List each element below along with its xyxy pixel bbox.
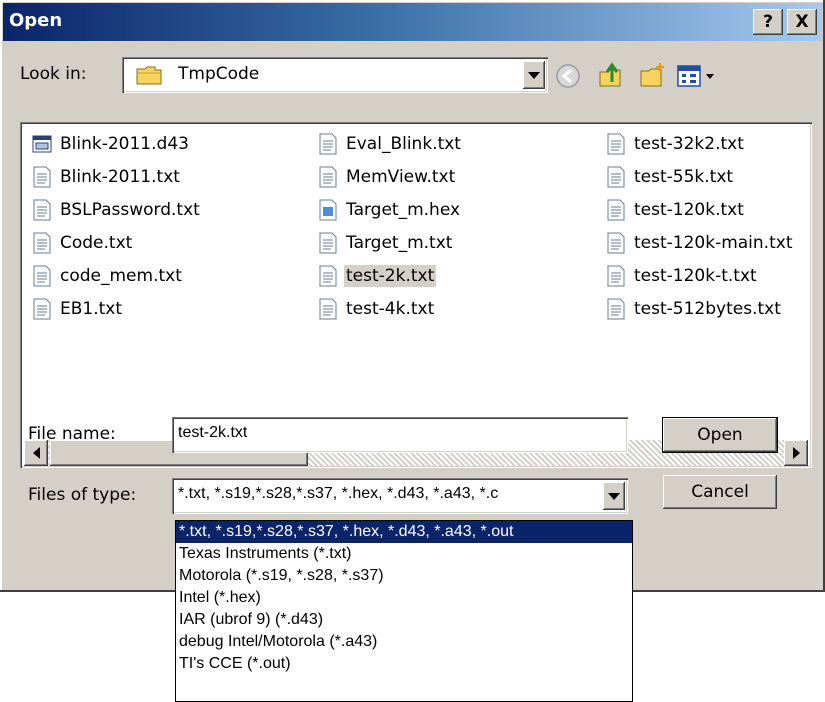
- folder-icon: [136, 66, 162, 85]
- open-dialog: Open ? X Look in: TmpCode Blink-2011.d43…: [0, 0, 825, 592]
- view-menu-icon: [677, 65, 714, 87]
- up-folder-icon[interactable]: [596, 60, 626, 90]
- file-item[interactable]: MemView.txt: [318, 163, 457, 191]
- text-file-icon: [606, 232, 626, 254]
- new-folder-icon[interactable]: [638, 60, 668, 90]
- file-name: EB1.txt: [60, 299, 123, 319]
- text-file-icon: [32, 199, 52, 221]
- text-file-icon: [318, 298, 338, 320]
- file-type-option[interactable]: *.txt, *.s19,*.s28,*.s37, *.hex, *.d43, …: [176, 521, 632, 543]
- arrow-right-icon: [792, 447, 800, 459]
- file-item[interactable]: test-4k.txt: [318, 295, 436, 323]
- file-item[interactable]: test-2k.txt: [318, 262, 437, 290]
- file-name: Blink-2011.txt: [60, 167, 180, 187]
- text-file-icon: [606, 133, 626, 155]
- file-name: Code.txt: [60, 233, 133, 253]
- scroll-right-button[interactable]: [784, 440, 808, 466]
- look-in-combo[interactable]: TmpCode: [122, 57, 548, 93]
- file-item[interactable]: test-120k.txt: [606, 196, 746, 224]
- open-button[interactable]: Open: [662, 417, 778, 453]
- text-file-icon: [606, 199, 626, 221]
- cancel-button[interactable]: Cancel: [663, 475, 777, 509]
- files-of-type-dropdown-list: *.txt, *.s19,*.s28,*.s37, *.hex, *.d43, …: [175, 520, 633, 702]
- binary-file-icon: [32, 133, 52, 155]
- file-item[interactable]: Target_m.hex: [318, 196, 462, 224]
- text-file-icon: [318, 133, 338, 155]
- file-type-option[interactable]: TI's CCE (*.out): [176, 653, 632, 675]
- file-name: Target_m.hex: [346, 200, 461, 220]
- file-name: test-120k-t.txt: [634, 266, 757, 286]
- file-type-option[interactable]: Intel (*.hex): [176, 587, 632, 609]
- file-item[interactable]: Eval_Blink.txt: [318, 130, 463, 158]
- file-name: test-120k-main.txt: [634, 233, 793, 253]
- file-item[interactable]: Blink-2011.txt: [32, 163, 182, 191]
- back-icon[interactable]: [554, 62, 582, 90]
- chevron-down-icon: [608, 492, 620, 500]
- text-file-icon: [318, 166, 338, 188]
- file-name: test-120k.txt: [634, 200, 744, 220]
- file-name: test-512bytes.txt: [634, 299, 781, 319]
- file-name: Eval_Blink.txt: [346, 134, 461, 154]
- file-name: test-55k.txt: [634, 167, 734, 187]
- file-name-label: File name:: [28, 424, 116, 444]
- help-button[interactable]: ?: [753, 9, 783, 35]
- file-name-value: test-2k.txt: [178, 424, 248, 441]
- chevron-down-icon: [528, 71, 540, 79]
- file-name: test-4k.txt: [346, 299, 435, 319]
- window-title: Open: [9, 10, 63, 31]
- file-name: code_mem.txt: [60, 266, 182, 286]
- title-bar[interactable]: Open ? X: [3, 3, 822, 41]
- file-item[interactable]: code_mem.txt: [32, 262, 184, 290]
- file-item[interactable]: test-55k.txt: [606, 163, 735, 191]
- text-file-icon: [318, 232, 338, 254]
- look-in-label: Look in:: [20, 64, 87, 84]
- view-menu-button[interactable]: [676, 63, 720, 89]
- look-in-value: TmpCode: [178, 64, 260, 84]
- file-type-option[interactable]: Motorola (*.s19, *.s28, *.s37): [176, 565, 632, 587]
- file-type-option[interactable]: IAR (ubrof 9) (*.d43): [176, 609, 632, 631]
- file-item[interactable]: EB1.txt: [32, 295, 124, 323]
- text-file-icon: [32, 232, 52, 254]
- file-item[interactable]: test-32k2.txt: [606, 130, 746, 158]
- look-in-dropdown-arrow[interactable]: [523, 61, 545, 89]
- file-type-option[interactable]: Texas Instruments (*.txt): [176, 543, 632, 565]
- file-name: Blink-2011.d43: [60, 134, 189, 154]
- file-item[interactable]: Code.txt: [32, 229, 134, 257]
- file-item[interactable]: test-120k-t.txt: [606, 262, 759, 290]
- file-item[interactable]: Target_m.txt: [318, 229, 454, 257]
- file-name-input[interactable]: test-2k.txt: [172, 417, 628, 453]
- files-of-type-value: *.txt, *.s19,*.s28,*.s37, *.hex, *.d43, …: [178, 485, 499, 502]
- file-item[interactable]: test-120k-main.txt: [606, 229, 794, 257]
- file-type-option[interactable]: debug Intel/Motorola (*.a43): [176, 631, 632, 653]
- text-file-icon: [32, 265, 52, 287]
- files-of-type-select[interactable]: *.txt, *.s19,*.s28,*.s37, *.hex, *.d43, …: [172, 478, 628, 514]
- hex-file-icon: [318, 199, 338, 221]
- text-file-icon: [318, 265, 338, 287]
- text-file-icon: [606, 265, 626, 287]
- file-name: BSLPassword.txt: [60, 200, 200, 220]
- file-item[interactable]: test-512bytes.txt: [606, 295, 783, 323]
- text-file-icon: [606, 298, 626, 320]
- file-item[interactable]: BSLPassword.txt: [32, 196, 202, 224]
- text-file-icon: [606, 166, 626, 188]
- text-file-icon: [32, 298, 52, 320]
- file-item[interactable]: Blink-2011.d43: [32, 130, 191, 158]
- files-of-type-dropdown-arrow[interactable]: [603, 482, 625, 510]
- close-button[interactable]: X: [787, 9, 817, 35]
- files-of-type-label: Files of type:: [28, 485, 137, 505]
- file-name: MemView.txt: [346, 167, 456, 187]
- file-name: test-2k.txt: [344, 265, 437, 287]
- file-name: test-32k2.txt: [634, 134, 744, 154]
- text-file-icon: [32, 166, 52, 188]
- arrow-left-icon: [32, 447, 40, 459]
- file-name: Target_m.txt: [346, 233, 453, 253]
